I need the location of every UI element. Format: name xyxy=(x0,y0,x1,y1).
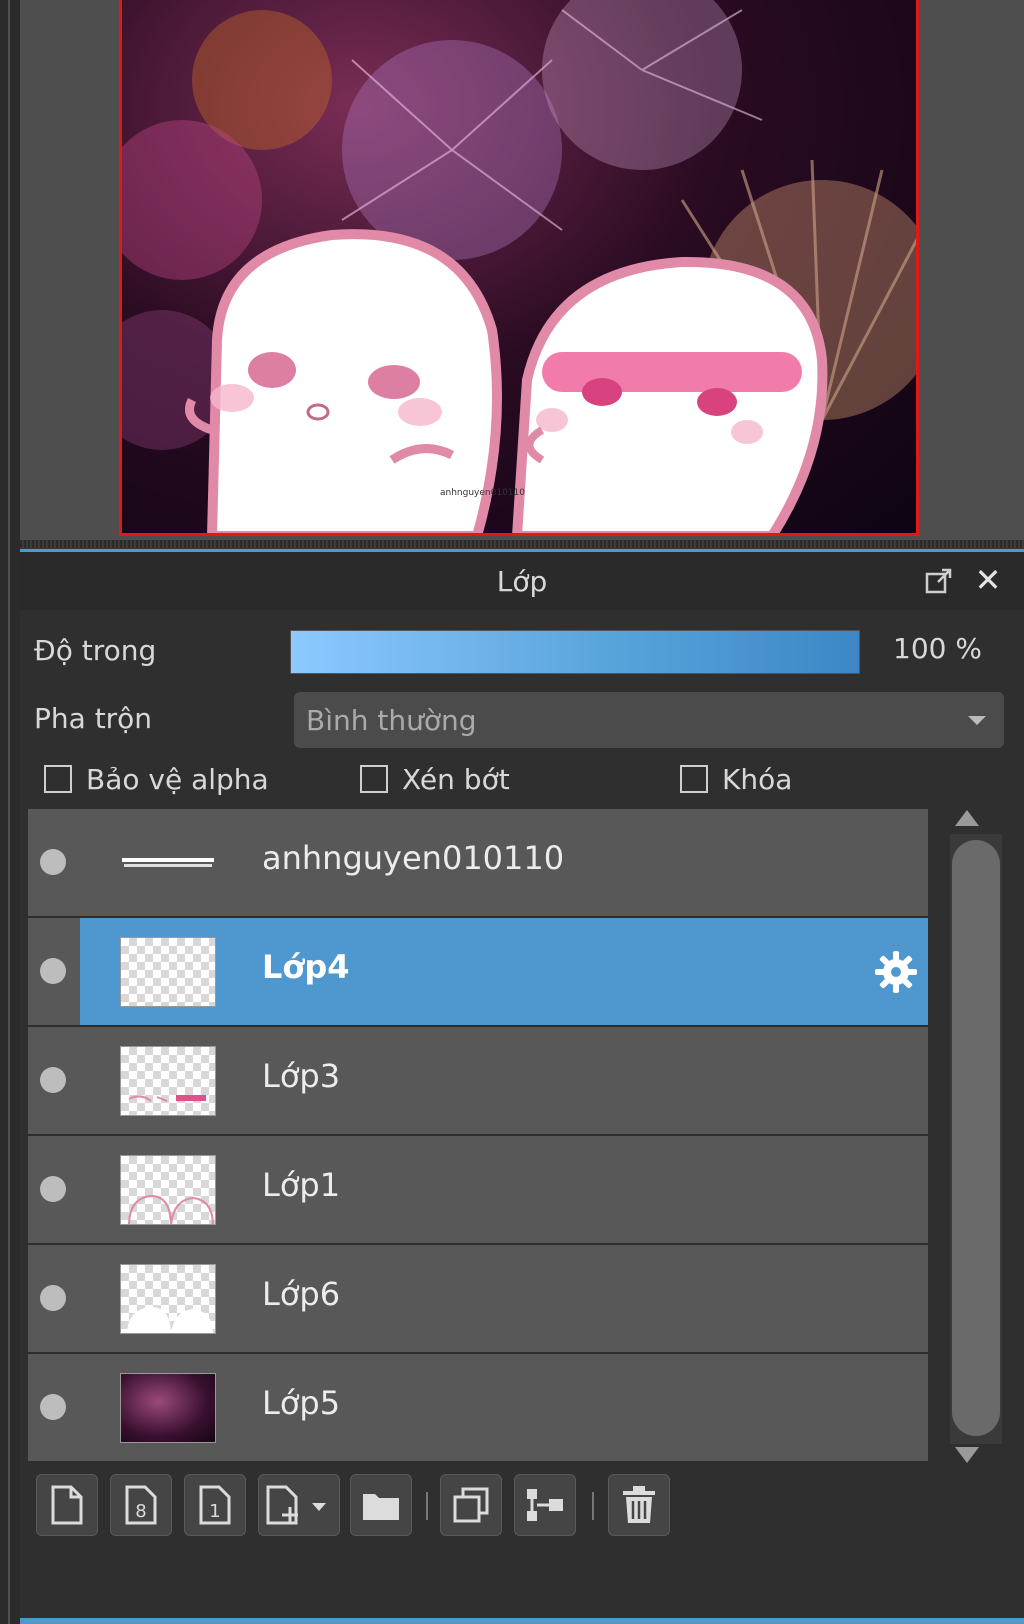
canvas-artwork[interactable]: anhnguyen010110 xyxy=(119,0,919,536)
layer-thumbnail xyxy=(120,1373,216,1443)
protect-alpha-checkbox[interactable] xyxy=(44,765,72,793)
scrollbar-thumb[interactable] xyxy=(952,840,1000,1436)
layer-name: Lớp6 xyxy=(262,1275,341,1313)
edge-divider xyxy=(8,0,10,1624)
layers-panel: Lớp ✕ Độ trong 100 % Pha trộn Bình thườn… xyxy=(20,552,1024,1624)
merge-down-icon xyxy=(527,1489,563,1521)
layer-row-selected[interactable]: Lớp4 xyxy=(28,918,928,1027)
clipping-option[interactable]: Xén bớt xyxy=(360,757,510,801)
duplicate-icon xyxy=(453,1487,489,1523)
layer-row[interactable]: Lớp6 xyxy=(28,1245,928,1354)
artwork-drawing: anhnguyen010110 xyxy=(122,0,916,533)
blend-mode-value: Bình thường xyxy=(306,703,477,737)
delete-layer-button[interactable] xyxy=(608,1474,670,1536)
layer-thumbnail xyxy=(120,828,216,898)
opacity-slider[interactable] xyxy=(290,630,860,674)
new-folder-button[interactable] xyxy=(350,1474,412,1536)
lock-checkbox[interactable] xyxy=(680,765,708,793)
layer-thumbnail xyxy=(120,1264,216,1334)
opacity-value: 100 % xyxy=(893,632,982,665)
chevron-down-icon xyxy=(968,716,986,725)
merge-down-button[interactable] xyxy=(514,1474,576,1536)
close-icon[interactable]: ✕ xyxy=(972,564,1004,596)
canvas-area[interactable]: anhnguyen010110 xyxy=(20,0,1024,540)
layer-list: anhnguyen010110 Lớp4 Lớp3 Lớp1 Lớp6 Lớp5 xyxy=(28,809,928,1463)
lock-label: Khóa xyxy=(722,762,793,796)
opacity-label: Độ trong xyxy=(34,634,157,667)
1bit-layer-icon: 1 xyxy=(199,1485,231,1525)
gear-icon[interactable] xyxy=(872,948,920,996)
add-layer-dropdown-button[interactable] xyxy=(258,1474,340,1536)
layer-name: anhnguyen010110 xyxy=(262,839,565,877)
left-edge-strip xyxy=(0,0,20,1624)
svg-text:8: 8 xyxy=(135,1501,146,1522)
right-character xyxy=(512,256,828,533)
layer-name: Lớp3 xyxy=(262,1057,341,1095)
layer-name: Lớp4 xyxy=(262,948,350,986)
scrollbar-track[interactable] xyxy=(950,834,1002,1444)
visibility-toggle[interactable] xyxy=(40,1176,66,1202)
layer-thumbnail xyxy=(120,937,216,1007)
protect-alpha-label: Bảo vệ alpha xyxy=(86,762,269,796)
new-layer-button[interactable] xyxy=(36,1474,98,1536)
panel-title: Lớp xyxy=(496,564,548,598)
layer-thumbnail xyxy=(120,1155,216,1225)
svg-text:1: 1 xyxy=(209,1501,220,1522)
outline-preview xyxy=(128,1194,214,1224)
add-layer-dropdown-icon xyxy=(266,1485,326,1525)
blend-label: Pha trộn xyxy=(34,702,153,735)
layer-name: Lớp5 xyxy=(262,1384,341,1422)
clipping-checkbox[interactable] xyxy=(360,765,388,793)
visibility-toggle[interactable] xyxy=(40,1067,66,1093)
layer-row[interactable]: Lớp1 xyxy=(28,1136,928,1245)
popout-icon[interactable] xyxy=(924,566,954,596)
pink-strokes-preview xyxy=(128,1095,206,1102)
toolbar-separator xyxy=(592,1492,594,1520)
folder-icon xyxy=(363,1494,399,1520)
splitter-handle[interactable] xyxy=(20,540,1024,548)
signature-watermark: anhnguyen010110 xyxy=(440,488,525,498)
scroll-up-arrow[interactable] xyxy=(955,810,979,826)
blend-mode-select[interactable]: Bình thường xyxy=(294,692,1004,748)
8bit-layer-icon: 8 xyxy=(125,1485,157,1525)
trash-icon xyxy=(623,1486,655,1523)
protect-alpha-option[interactable]: Bảo vệ alpha xyxy=(44,757,269,801)
panel-header: Lớp ✕ xyxy=(20,552,1024,610)
visibility-toggle[interactable] xyxy=(40,849,66,875)
layer-row[interactable]: Lớp3 xyxy=(28,1027,928,1136)
visibility-toggle[interactable] xyxy=(40,958,66,984)
layer-toolbar: 8 1 xyxy=(20,1464,1024,1550)
new-layer-icon xyxy=(51,1485,83,1525)
duplicate-layer-button[interactable] xyxy=(440,1474,502,1536)
layer-thumbnail xyxy=(120,1046,216,1116)
visibility-toggle[interactable] xyxy=(40,1285,66,1311)
layer-row[interactable]: Lớp5 xyxy=(28,1354,928,1463)
visibility-toggle[interactable] xyxy=(40,1394,66,1420)
layer-name: Lớp1 xyxy=(262,1166,341,1204)
new-1bit-layer-button[interactable]: 1 xyxy=(184,1474,246,1536)
white-fill-preview xyxy=(127,1307,213,1333)
lock-option[interactable]: Khóa xyxy=(680,757,792,801)
layer-row[interactable]: anhnguyen010110 xyxy=(28,809,928,918)
panel-bottom-accent xyxy=(20,1618,1024,1624)
scroll-down-arrow[interactable] xyxy=(955,1447,979,1463)
clipping-label: Xén bớt xyxy=(402,762,510,796)
new-8bit-layer-button[interactable]: 8 xyxy=(110,1474,172,1536)
toolbar-separator xyxy=(426,1492,428,1520)
text-layer-preview xyxy=(122,858,214,867)
